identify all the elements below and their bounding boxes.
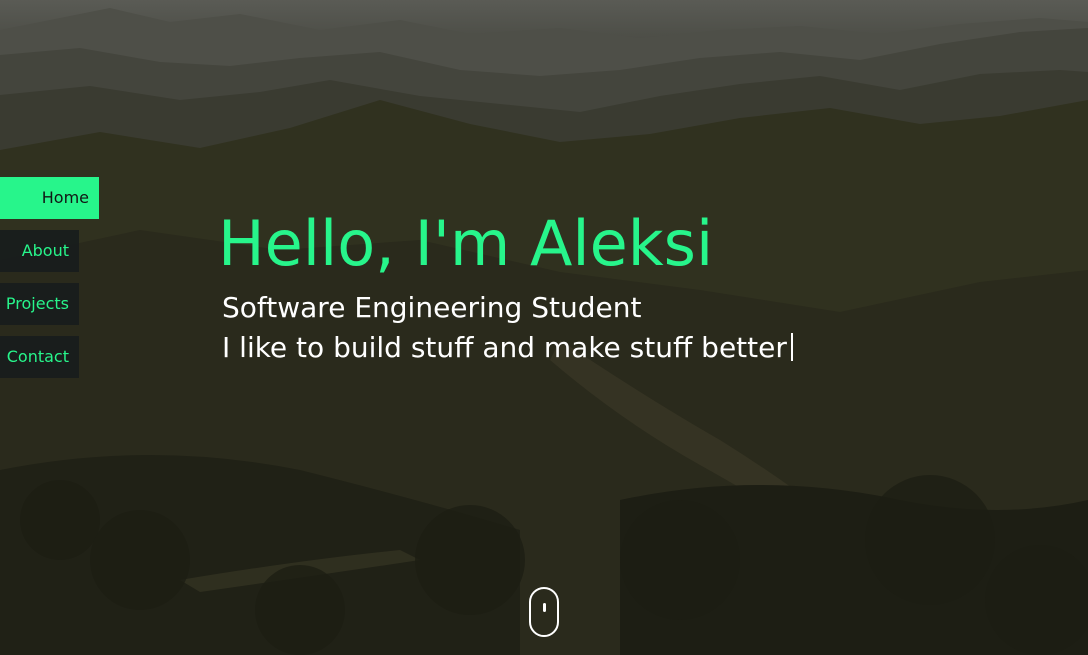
- hero-title: Hello, I'm Aleksi: [218, 207, 714, 280]
- hero-section: Home About Projects Contact Hello, I'm A…: [0, 0, 1088, 655]
- nav-item-home[interactable]: Home: [0, 177, 99, 219]
- side-navigation: Home About Projects Contact: [0, 177, 100, 389]
- nav-item-about[interactable]: About: [0, 230, 79, 272]
- hero-tagline-line: I like to build stuff and make stuff bet…: [222, 330, 793, 366]
- mouse-scroll-icon[interactable]: [529, 587, 559, 637]
- nav-item-projects[interactable]: Projects: [0, 283, 79, 325]
- hero-subtitle: Software Engineering Student: [222, 291, 642, 324]
- scroll-wheel: [543, 603, 546, 612]
- typing-cursor: [790, 333, 793, 361]
- nav-item-contact[interactable]: Contact: [0, 336, 79, 378]
- background-landscape: [0, 0, 1088, 655]
- hero-tagline: I like to build stuff and make stuff bet…: [222, 331, 787, 364]
